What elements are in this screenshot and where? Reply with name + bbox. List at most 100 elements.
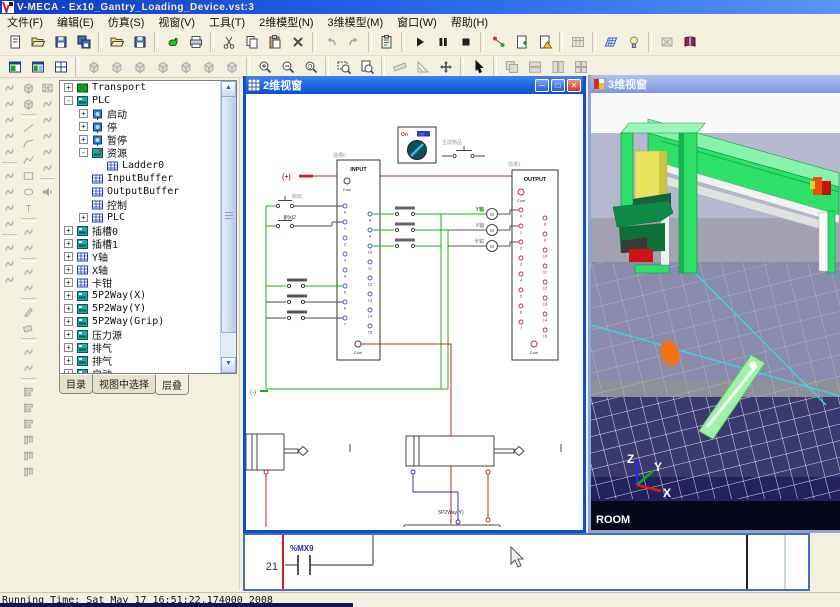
grid-3d-button[interactable]: [599, 31, 622, 53]
3d-window-titlebar[interactable]: 3维视窗: [591, 75, 840, 93]
tree-item-5P2Way(X)[interactable]: +5P2Way(X): [60, 289, 221, 302]
tree-item-压力源[interactable]: +压力源: [60, 328, 221, 341]
scroll-up-icon[interactable]: ▲: [221, 81, 236, 97]
person-button[interactable]: [1, 96, 18, 112]
tree-item-5P2Way(Grip)[interactable]: +5P2Way(Grip): [60, 315, 221, 328]
tree-item-停[interactable]: +停: [60, 120, 221, 133]
tab-目录[interactable]: 目录: [59, 374, 93, 394]
zoom-window-button[interactable]: [332, 57, 355, 76]
tab-层叠[interactable]: 层叠: [155, 374, 189, 395]
tree-item-卡钳[interactable]: +卡钳: [60, 276, 221, 289]
save-project-button[interactable]: [128, 31, 151, 53]
draw-text-button[interactable]: T: [20, 200, 37, 216]
expand-icon[interactable]: +: [64, 278, 73, 287]
run-button[interactable]: [408, 31, 431, 53]
runner-button[interactable]: [39, 112, 56, 128]
speaker-button[interactable]: [39, 184, 56, 200]
ball-b-button[interactable]: [1, 184, 18, 200]
close-button[interactable]: ✕: [567, 79, 581, 92]
layout-single-button[interactable]: [3, 57, 26, 76]
tree-item-启动[interactable]: +启动: [60, 367, 221, 373]
expand-icon[interactable]: +: [79, 213, 88, 222]
tree-item-PLC[interactable]: +PLC: [60, 211, 221, 224]
main-titlebar[interactable]: V-MECA - Ex10_Gantry_Loading_Device.vst:…: [0, 0, 840, 14]
align-left-button[interactable]: [20, 384, 37, 400]
3d-viewport[interactable]: Z Y X ROOM: [591, 93, 840, 530]
pliers-button[interactable]: [39, 96, 56, 112]
expand-icon[interactable]: +: [64, 83, 73, 92]
tree-item-排气[interactable]: +排气: [60, 341, 221, 354]
expand-icon[interactable]: +: [64, 356, 73, 365]
export-check-button[interactable]: [533, 31, 556, 53]
tree-scrollbar[interactable]: ▲ ▼: [220, 81, 236, 373]
expand-icon[interactable]: +: [64, 252, 73, 261]
expand-icon[interactable]: +: [64, 317, 73, 326]
align-center-button[interactable]: [20, 400, 37, 416]
zoom-page-button[interactable]: [355, 57, 378, 76]
eraser-button[interactable]: [20, 320, 37, 336]
delete-button[interactable]: [286, 31, 309, 53]
draw-rect-button[interactable]: [20, 168, 37, 184]
minimize-button[interactable]: ─: [535, 79, 549, 92]
pause-button[interactable]: [431, 31, 454, 53]
tree-item-X轴[interactable]: +X轴: [60, 263, 221, 276]
draw-arc-button[interactable]: [20, 136, 37, 152]
pen-button[interactable]: [20, 304, 37, 320]
tree-item-插槽0[interactable]: +插槽0: [60, 224, 221, 237]
cut-button[interactable]: [217, 31, 240, 53]
ball-d-button[interactable]: [1, 216, 18, 232]
simulation-settings-button[interactable]: [375, 31, 398, 53]
fitting-c-button[interactable]: [1, 272, 18, 288]
tree-item-InputBuffer[interactable]: InputBuffer: [60, 172, 221, 185]
expand-icon[interactable]: +: [64, 330, 73, 339]
align-top-button[interactable]: [20, 432, 37, 448]
sofa-button[interactable]: [39, 160, 56, 176]
ramp-a-button[interactable]: [20, 344, 37, 360]
half-disc-button[interactable]: [1, 128, 18, 144]
paste-button[interactable]: [263, 31, 286, 53]
fitting-b-button[interactable]: [1, 256, 18, 272]
signal-connect-button[interactable]: [487, 31, 510, 53]
tree-item-启动[interactable]: +启动: [60, 107, 221, 120]
align-right-button[interactable]: [20, 416, 37, 432]
expand-icon[interactable]: +: [64, 343, 73, 352]
draw-ellipse-button[interactable]: [20, 184, 37, 200]
block-iso-a-button[interactable]: [20, 80, 37, 96]
draw-polyline-button[interactable]: [20, 152, 37, 168]
power-switch[interactable]: On Off: [398, 127, 436, 163]
tree-item-Y轴[interactable]: +Y轴: [60, 250, 221, 263]
scroll-down-icon[interactable]: ▼: [221, 357, 236, 373]
menu-edit[interactable]: 编辑(E): [50, 14, 101, 30]
tree-item-OutputBuffer[interactable]: OutputBuffer: [60, 185, 221, 198]
mesh-dark-button[interactable]: [39, 80, 56, 96]
align-bottom-button[interactable]: [20, 464, 37, 480]
expand-icon[interactable]: +: [64, 304, 73, 313]
tab-视图中选择[interactable]: 视图中选择: [92, 374, 156, 394]
2d-schematic-canvas[interactable]: (+) On Off 生成物品: [246, 94, 583, 527]
zoom-out-button[interactable]: [276, 57, 299, 76]
expand-icon[interactable]: +: [79, 135, 88, 144]
tree-item-资源[interactable]: -资源: [60, 146, 221, 159]
scrollbar-thumb[interactable]: [221, 96, 237, 333]
ball-a-button[interactable]: [1, 168, 18, 184]
menu-help[interactable]: 帮助(H): [444, 14, 495, 30]
manual-book-button[interactable]: [678, 31, 701, 53]
tree-item-5P2Way(Y)[interactable]: +5P2Way(Y): [60, 302, 221, 315]
tree-item-插槽1[interactable]: +插槽1: [60, 237, 221, 250]
copy-button[interactable]: [240, 31, 263, 53]
ball-c-button[interactable]: [1, 200, 18, 216]
pan-button[interactable]: [434, 57, 457, 76]
maximize-button[interactable]: □: [551, 79, 565, 92]
tree-item-Ladder0[interactable]: Ladder0: [60, 159, 221, 172]
draw-line-button[interactable]: [20, 120, 37, 136]
ramp-b-button[interactable]: [20, 360, 37, 376]
block-iso-b-button[interactable]: [20, 96, 37, 112]
open-project-button[interactable]: [105, 31, 128, 53]
expand-icon[interactable]: +: [64, 265, 73, 274]
layout-quad-button[interactable]: [49, 57, 72, 76]
animal-button[interactable]: [39, 128, 56, 144]
menu-2d-model[interactable]: 2维模型(N): [252, 14, 320, 30]
handwheel-button[interactable]: [1, 112, 18, 128]
rotate-button[interactable]: [20, 240, 37, 256]
tree-item-暂停[interactable]: +暂停: [60, 133, 221, 146]
